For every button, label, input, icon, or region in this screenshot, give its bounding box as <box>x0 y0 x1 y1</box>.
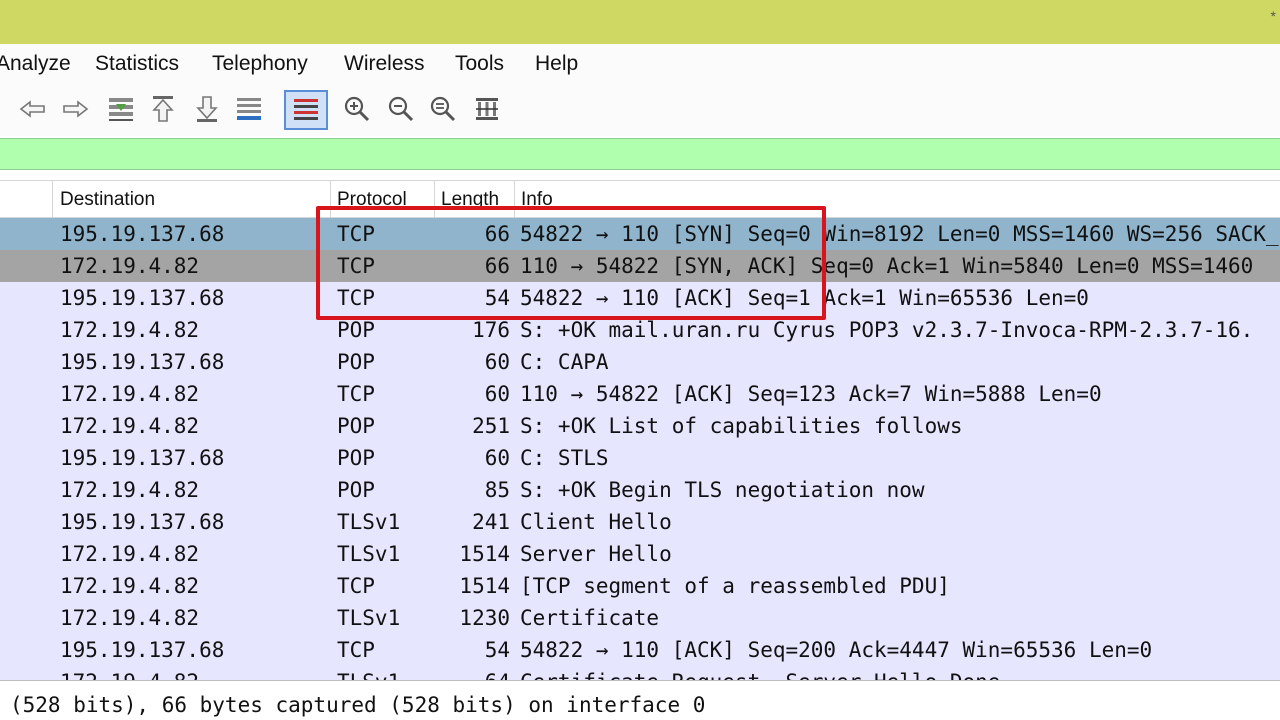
cell-protocol: POP <box>337 414 375 438</box>
forward-arrow-icon[interactable] <box>58 92 92 126</box>
cell-info: 110 → 54822 [ACK] Seq=123 Ack=7 Win=5888… <box>520 382 1102 406</box>
table-row[interactable]: 195.19.137.68 TCP 54 54822 → 110 [ACK] Seq=… <box>0 634 1280 666</box>
cell-destination: 195.19.137.68 <box>60 222 225 246</box>
cell-length: 1514 <box>459 574 510 598</box>
cell-destination: 172.19.4.82 <box>60 478 200 502</box>
first-packet-icon[interactable] <box>146 92 180 126</box>
cell-protocol: POP <box>337 350 375 374</box>
cell-info: Certificate <box>520 606 660 630</box>
table-row[interactable]: 195.19.137.68 TLSv1 241 Client Hello <box>0 506 1280 538</box>
table-row[interactable]: 172.19.4.82 TCP 1514 [TCP segment of a reas… <box>0 570 1280 602</box>
menu-analyze[interactable]: Analyze <box>0 52 71 76</box>
cell-protocol: POP <box>337 446 375 470</box>
cell-info: [TCP segment of a reassembled PDU] <box>520 574 950 598</box>
cell-info: Certificate Request, Server Hello Done <box>520 666 1000 680</box>
cell-destination: 172.19.4.82 <box>60 382 200 406</box>
cell-destination: 172.19.4.82 <box>60 606 200 630</box>
go-to-packet-icon[interactable] <box>104 92 138 126</box>
table-row[interactable]: 172.19.4.82 TCP 60 110 → 54822 [ACK] Seq=12… <box>0 378 1280 410</box>
cell-destination: 195.19.137.68 <box>60 446 225 470</box>
cell-protocol: TLSv1 <box>337 542 401 566</box>
cell-protocol: TCP <box>337 382 375 406</box>
column-divider[interactable] <box>52 181 53 217</box>
menu-telephony[interactable]: Telephony <box>212 52 308 76</box>
annotation-highlight-box <box>316 206 826 320</box>
cell-protocol: TCP <box>337 574 375 598</box>
cell-length: 60 <box>484 350 510 374</box>
cell-info: C: CAPA <box>520 350 609 374</box>
close-glyph[interactable]: * <box>1271 8 1276 24</box>
table-row[interactable]: 172.19.4.82 TLSv1 1230 Certificate <box>0 602 1280 634</box>
table-row[interactable]: 172.19.4.82 POP 85 S: +OK Begin TLS negotia… <box>0 474 1280 506</box>
main-toolbar <box>0 84 1280 136</box>
table-row[interactable]: 172.19.4.82 TLSv1 1514 Server Hello <box>0 538 1280 570</box>
cell-destination: 172.19.4.82 <box>60 666 199 680</box>
cell-protocol: TLSv1 <box>337 606 401 630</box>
cell-protocol: TLSv1 <box>337 510 401 534</box>
cell-length: 60 <box>484 382 510 406</box>
cell-destination: 172.19.4.82 <box>60 542 200 566</box>
cell-length: 251 <box>472 414 510 438</box>
menu-statistics[interactable]: Statistics <box>95 52 179 76</box>
cell-length: 1230 <box>459 606 510 630</box>
column-header-destination[interactable]: Destination <box>60 189 155 211</box>
cell-length: 64 <box>420 666 510 680</box>
cell-protocol: POP <box>337 478 375 502</box>
cell-length: 60 <box>484 446 510 470</box>
cell-protocol: TCP <box>337 638 375 662</box>
cell-destination: 195.19.137.68 <box>60 638 225 662</box>
cell-destination: 195.19.137.68 <box>60 510 225 534</box>
cell-destination: 195.19.137.68 <box>60 286 225 310</box>
cell-info: Client Hello <box>520 510 672 534</box>
cell-destination: 172.19.4.82 <box>60 414 200 438</box>
zoom-in-icon[interactable] <box>340 92 374 126</box>
cell-destination: 195.19.137.68 <box>60 350 225 374</box>
menu-tools[interactable]: Tools <box>455 52 504 76</box>
menu-wireless[interactable]: Wireless <box>344 52 425 76</box>
cell-info: 54822 → 110 [ACK] Seq=200 Ack=4447 Win=6… <box>520 638 1153 662</box>
cell-length: 241 <box>472 510 510 534</box>
resize-columns-icon[interactable] <box>470 92 504 126</box>
cell-length: 54 <box>484 638 510 662</box>
table-row[interactable]: 195.19.137.68 POP 60 C: CAPA <box>0 346 1280 378</box>
zoom-out-icon[interactable] <box>384 92 418 126</box>
cell-destination: 172.19.4.82 <box>60 574 200 598</box>
cell-destination: 172.19.4.82 <box>60 318 200 342</box>
colorize-icon[interactable] <box>284 90 328 130</box>
menu-help[interactable]: Help <box>535 52 578 76</box>
title-bar: * <box>0 0 1280 44</box>
normal-size-icon[interactable] <box>426 92 460 126</box>
auto-scroll-icon[interactable] <box>232 92 266 126</box>
back-arrow-icon[interactable] <box>16 92 50 126</box>
table-row[interactable]: 172.19.4.82 POP 251 S: +OK List of capabili… <box>0 410 1280 442</box>
cell-info: Server Hello <box>520 542 672 566</box>
cell-protocol: TLSv1 <box>337 666 400 680</box>
table-row[interactable]: 172.19.4.82 TLSv1 64 Certificate Request, S… <box>0 666 1280 680</box>
display-filter-bar[interactable] <box>0 138 1280 170</box>
status-bar: (528 bits), 66 bytes captured (528 bits)… <box>0 680 1280 720</box>
table-row[interactable]: 195.19.137.68 POP 60 C: STLS <box>0 442 1280 474</box>
cell-info: C: STLS <box>520 446 609 470</box>
menu-bar: Analyze Statistics Telephony Wireless To… <box>0 44 1280 84</box>
status-text: (528 bits), 66 bytes captured (528 bits)… <box>10 693 706 717</box>
cell-length: 85 <box>484 478 510 502</box>
last-packet-icon[interactable] <box>190 92 224 126</box>
cell-info: S: +OK List of capabilities follows <box>520 414 963 438</box>
cell-destination: 172.19.4.82 <box>60 254 200 278</box>
cell-length: 1514 <box>459 542 510 566</box>
cell-info: S: +OK Begin TLS negotiation now <box>520 478 925 502</box>
